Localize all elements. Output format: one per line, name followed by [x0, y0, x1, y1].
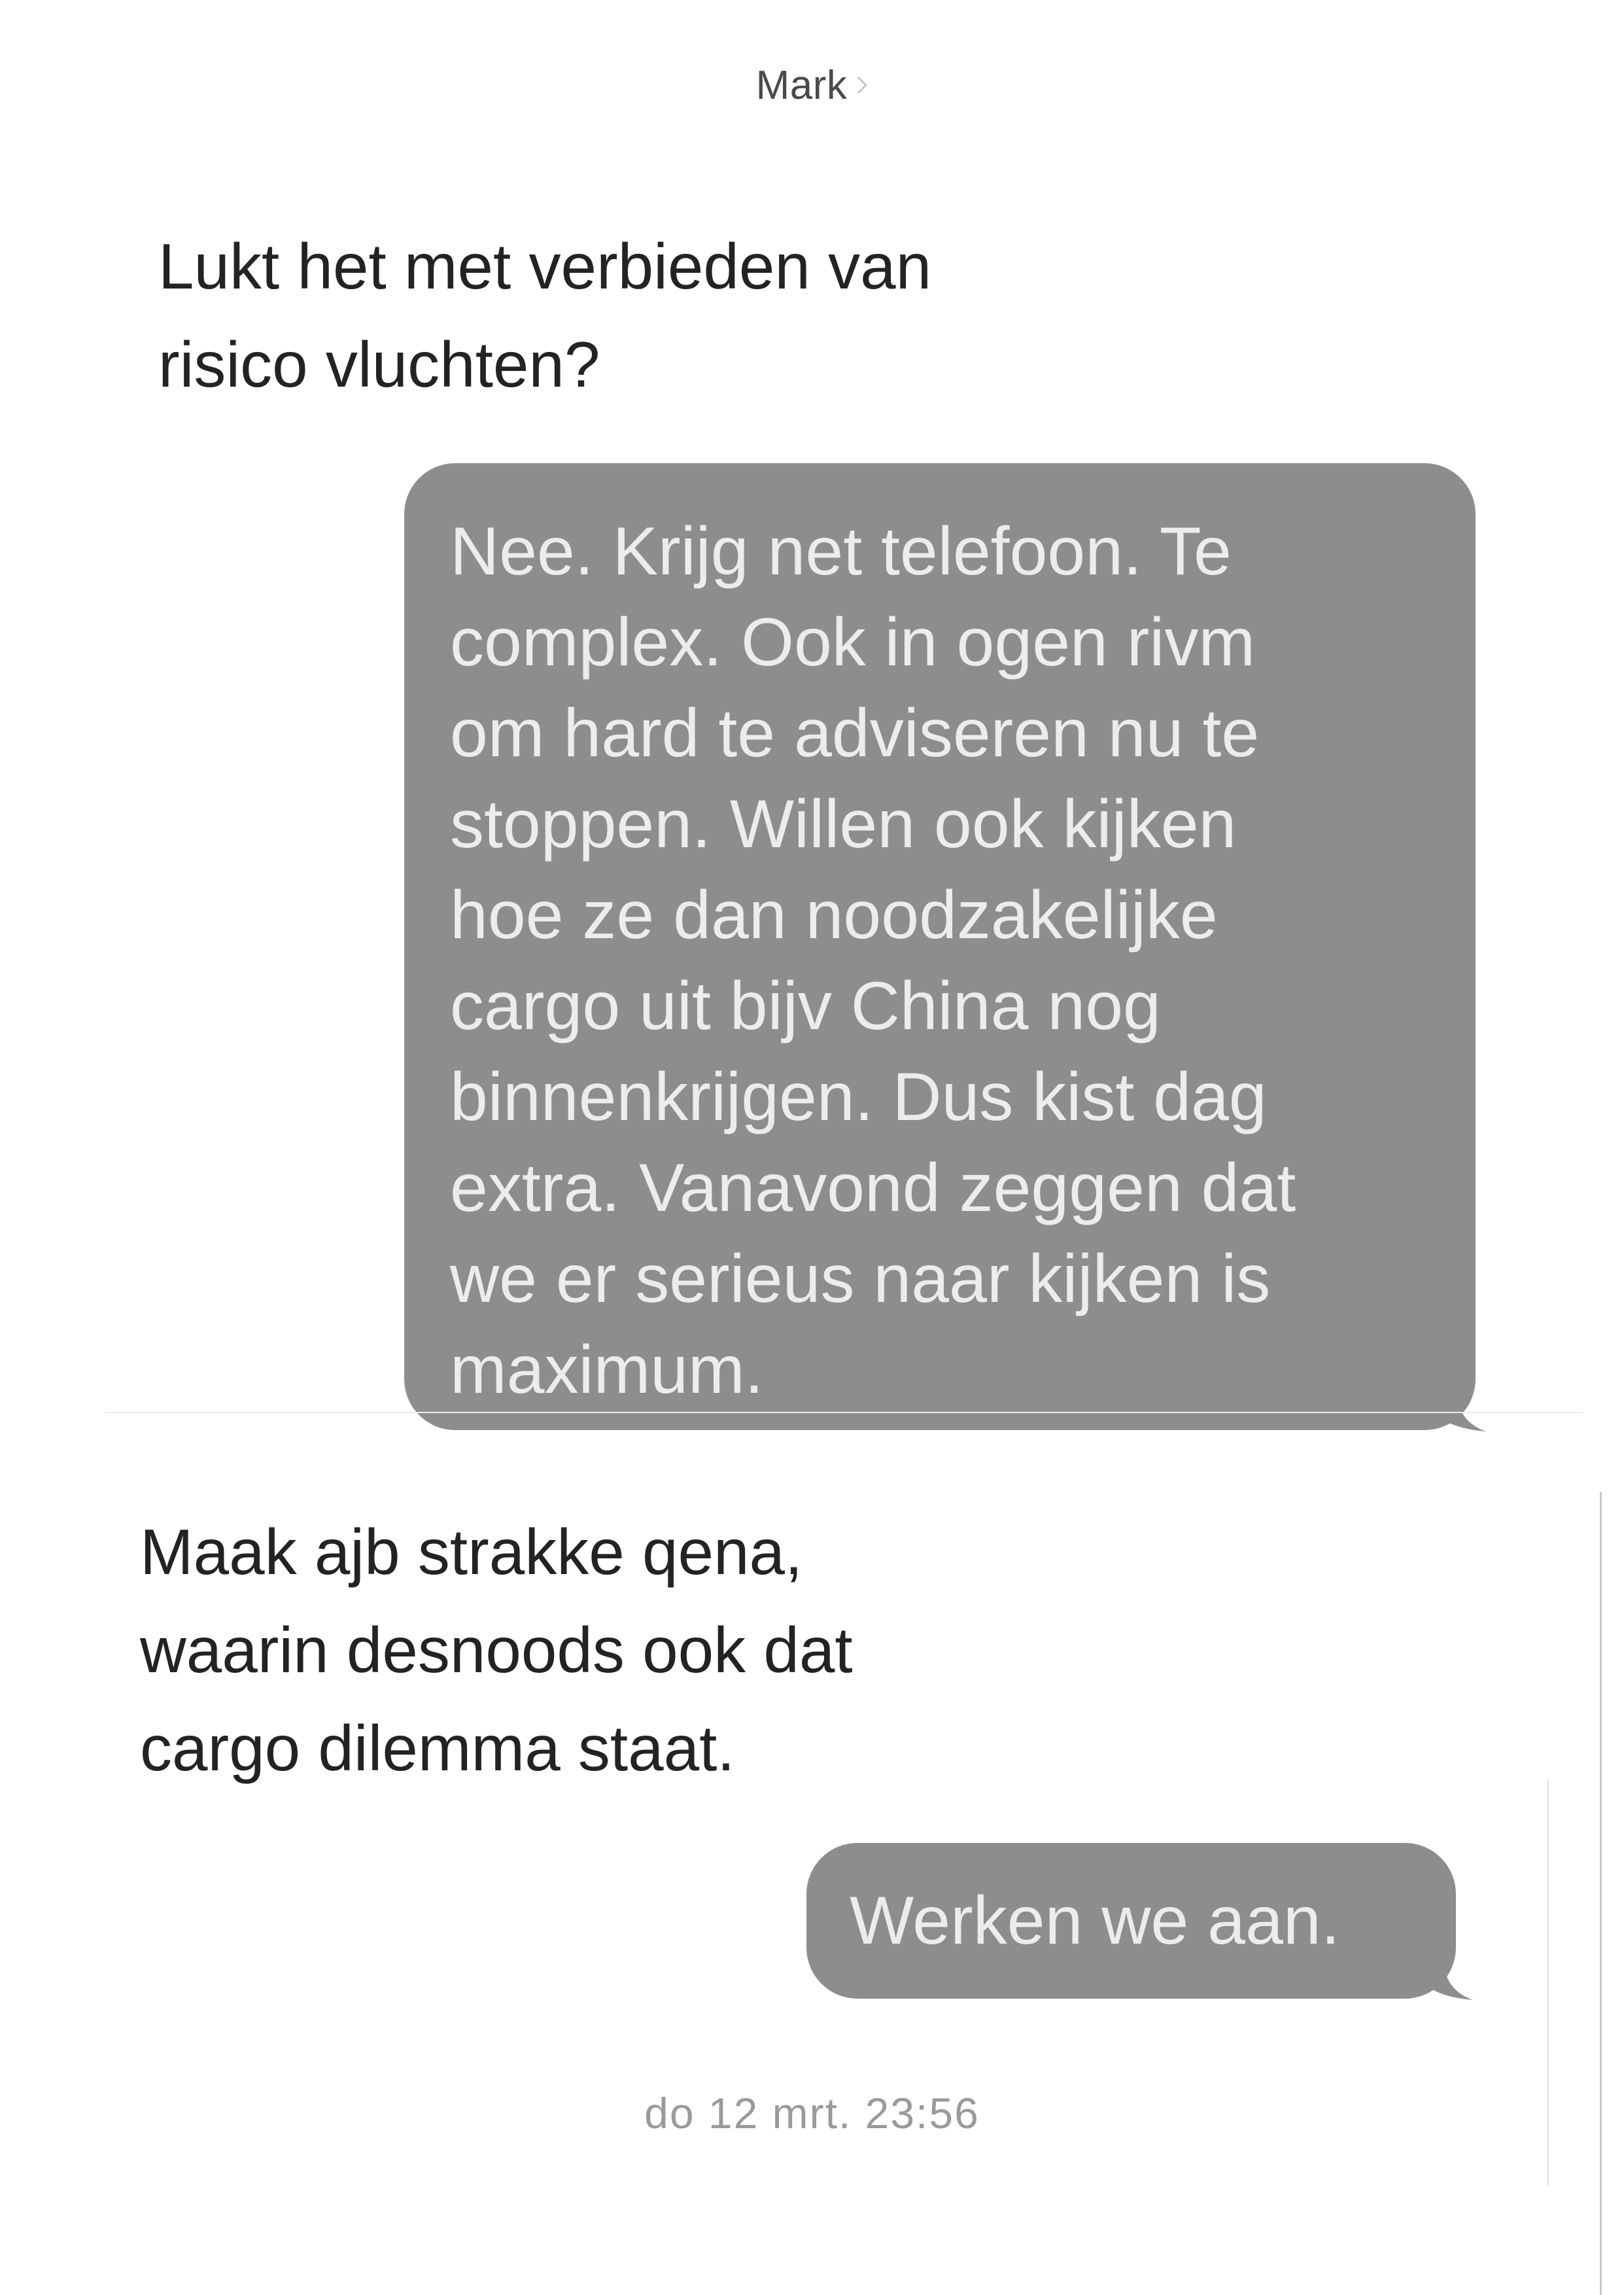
conversation-header: Mark: [0, 52, 1624, 118]
outgoing-message-bubble[interactable]: Werken we aan.: [806, 1843, 1456, 1999]
bubble-tail: [1438, 1396, 1486, 1431]
incoming-message: Lukt het met verbieden van risico vlucht…: [158, 230, 932, 400]
incoming-message: Maak ajb strakke qena, waarin desnoods o…: [140, 1516, 853, 1784]
message-timestamp: do 12 mrt. 23:56: [644, 2089, 980, 2137]
bubble-tail: [1425, 1965, 1473, 2000]
contact-name: Mark: [755, 62, 848, 108]
scan-artifact-line: [1600, 1492, 1602, 2295]
scan-artifact-line: [105, 1412, 1583, 1413]
chevron-right-icon: [857, 76, 868, 94]
contact-info-button[interactable]: Mark: [756, 62, 869, 109]
outgoing-message-bubble[interactable]: Nee. Krijg net telefoon. Te complex. Ook…: [404, 463, 1476, 1430]
scan-artifact-line: [1547, 1779, 1549, 2185]
